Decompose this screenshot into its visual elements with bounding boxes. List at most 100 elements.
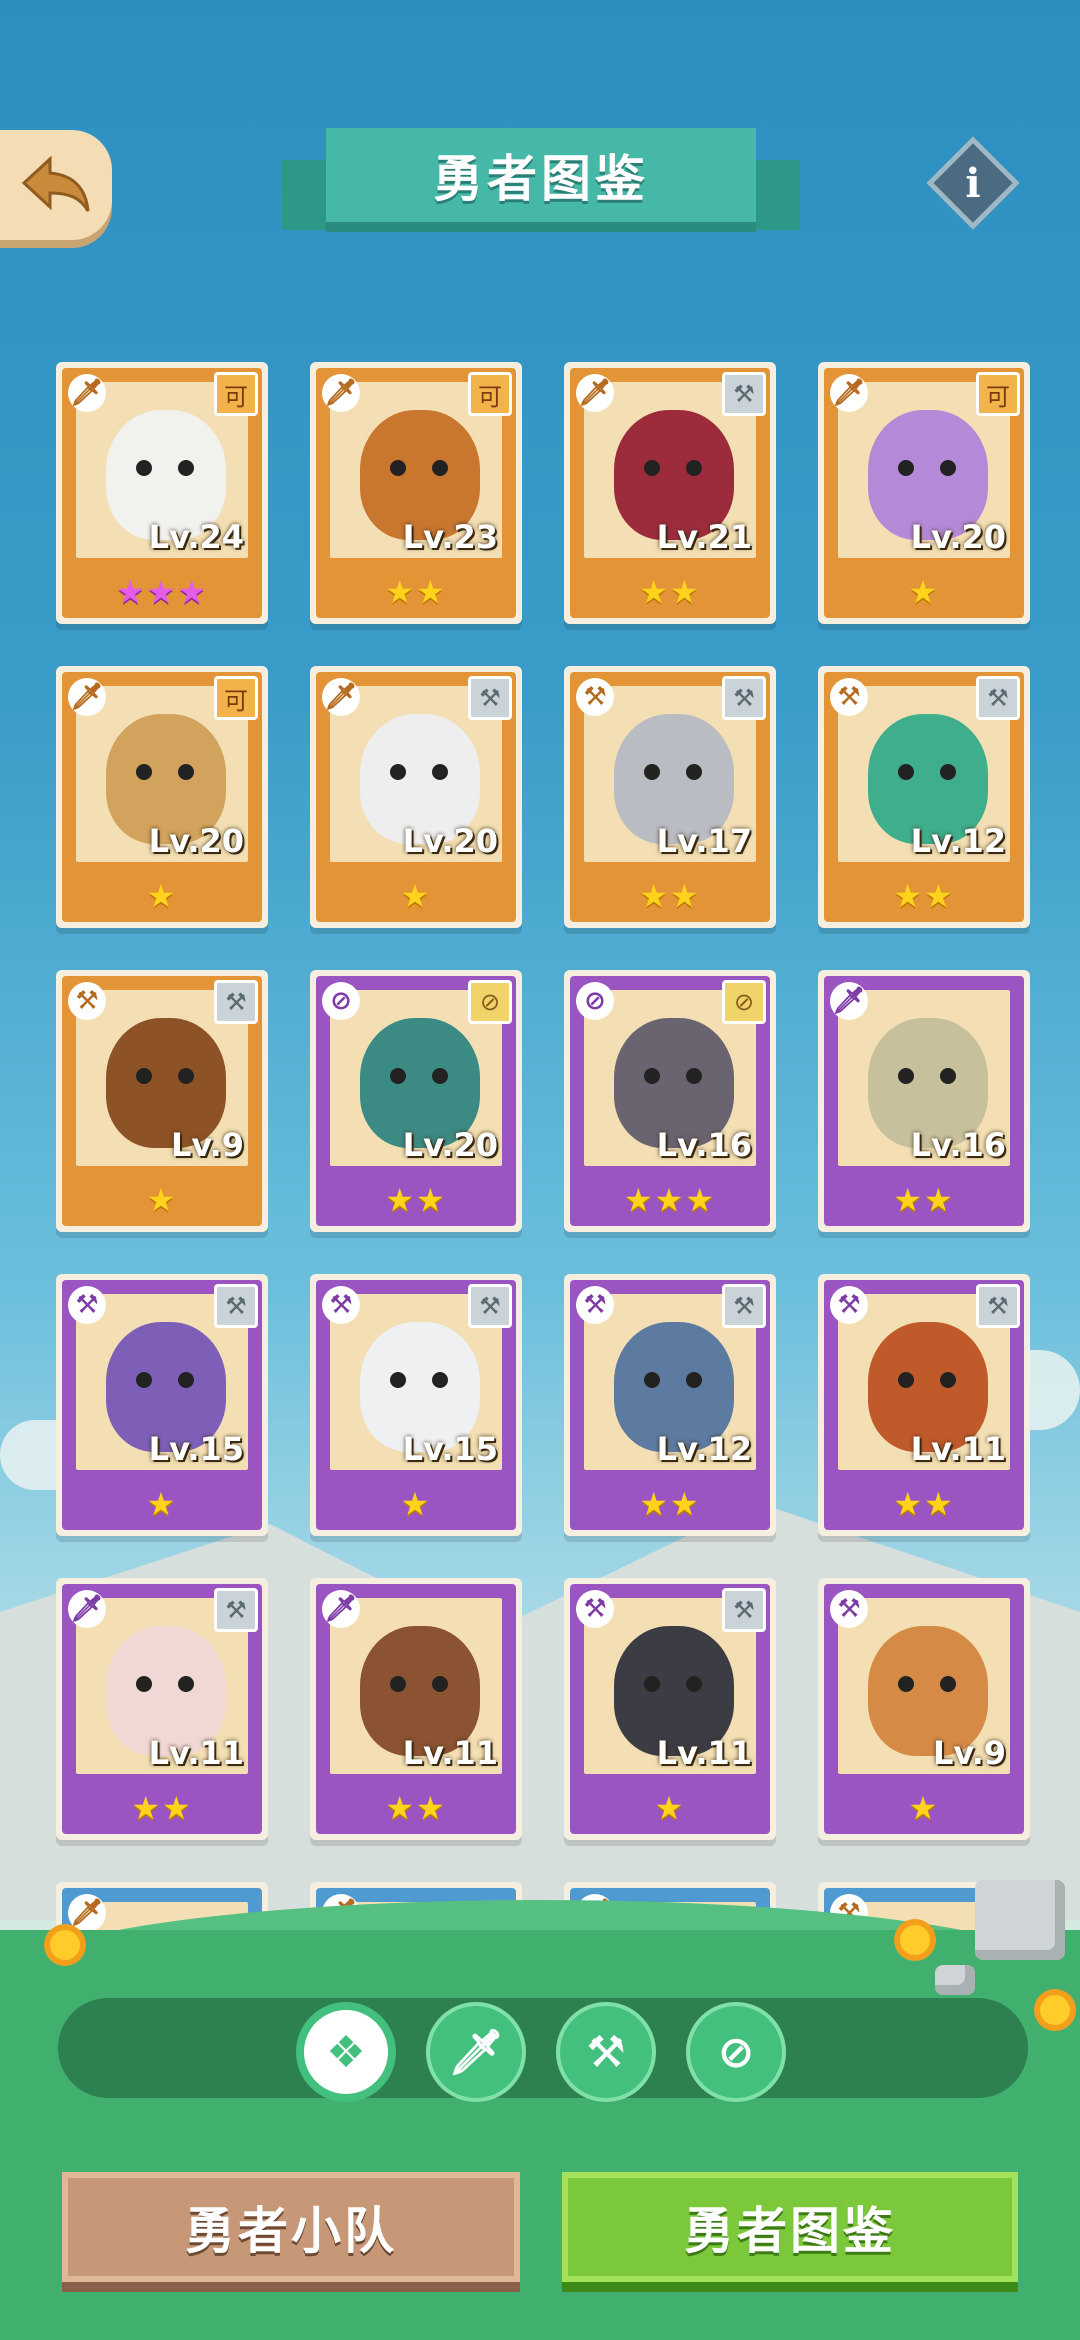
hero-card[interactable]: ⊘ ⊘ Lv.16 ★★★ bbox=[564, 970, 776, 1232]
hero-level: Lv.11 bbox=[656, 1734, 752, 1772]
hero-card-frame: 🗡 可 Lv.20 ★ bbox=[62, 672, 262, 922]
hammer-icon: ⚒ bbox=[586, 2026, 626, 2078]
compass-icon: ⊘ bbox=[576, 982, 614, 1020]
hammer-class-icon: ⚒ bbox=[830, 1286, 868, 1324]
hero-card[interactable]: ⚒ ⚒ Lv.12 ★★ bbox=[818, 666, 1030, 928]
hammer-icon: ⚒ bbox=[976, 676, 1020, 720]
hero-card[interactable]: ⚒ ⚒ Lv.12 ★★ bbox=[564, 1274, 776, 1536]
hero-card-frame: 🗡 Lv.11 ★★ bbox=[316, 1584, 516, 1834]
info-button[interactable]: i bbox=[926, 136, 1020, 230]
hero-card[interactable]: ⚒ ⚒ Lv.15 ★ bbox=[310, 1274, 522, 1536]
hero-card[interactable]: ⊘ ⊘ Lv.20 ★★ bbox=[310, 970, 522, 1232]
sword-icon: 🗡 bbox=[68, 1590, 106, 1628]
sword-icon: 🗡 bbox=[322, 1590, 360, 1628]
hammer-icon: ⚒ bbox=[722, 372, 766, 416]
tab-hero-codex-label: 勇者图鉴 bbox=[684, 2202, 896, 2260]
hero-card-frame: ⚒ ⚒ Lv.12 ★★ bbox=[570, 1280, 770, 1530]
hero-level: Lv.15 bbox=[402, 1430, 498, 1468]
hero-stars: ★★ bbox=[893, 1485, 955, 1523]
page-title-banner: 勇者图鉴 bbox=[326, 128, 756, 222]
hero-card[interactable]: ⚒ ⚒ Lv.11 ★★ bbox=[818, 1274, 1030, 1536]
hammer-class-icon: ⚒ bbox=[68, 982, 106, 1020]
hero-card-frame: 🗡 可 Lv.20 ★ bbox=[824, 368, 1024, 618]
tab-hero-team-label: 勇者小队 bbox=[185, 2202, 397, 2260]
flower bbox=[50, 1930, 80, 1960]
hero-stars: ★★ bbox=[131, 1789, 193, 1827]
hero-card[interactable]: 🗡 可 Lv.20 ★ bbox=[56, 666, 268, 928]
sword-icon: 🗡 bbox=[68, 678, 106, 716]
hero-card-frame: ⊘ ⊘ Lv.20 ★★ bbox=[316, 976, 516, 1226]
hero-card-frame: 🗡 ⚒ Lv.21 ★★ bbox=[570, 368, 770, 618]
hero-card[interactable]: ⚒ ⚒ Lv.11 ★ bbox=[564, 1578, 776, 1840]
sword-icon: 🗡 bbox=[322, 678, 360, 716]
hero-stars: ★ bbox=[654, 1789, 686, 1827]
hero-card[interactable]: 🗡 可 Lv.23 ★★ bbox=[310, 362, 522, 624]
flower bbox=[1040, 1995, 1070, 2025]
hero-card[interactable]: ⚒ ⚒ Lv.15 ★ bbox=[56, 1274, 268, 1536]
hero-card[interactable]: 🗡 可 Lv.20 ★ bbox=[818, 362, 1030, 624]
hero-card-frame: 🗡 可 Lv.23 ★★ bbox=[316, 368, 516, 618]
hero-card[interactable]: 🗡 ⚒ Lv.21 ★★ bbox=[564, 362, 776, 624]
special-weapon-icon: 可 bbox=[976, 372, 1020, 416]
rock bbox=[975, 1880, 1065, 1960]
hero-card[interactable]: ⚒ ⚒ Lv.9 ★ bbox=[56, 970, 268, 1232]
hero-stars: ★★★ bbox=[623, 1181, 717, 1219]
hammer-filter-button[interactable]: ⚒ bbox=[556, 2002, 656, 2102]
hammer-icon: ⚒ bbox=[468, 1284, 512, 1328]
hero-card[interactable]: 🗡 ⚒ Lv.11 ★★ bbox=[56, 1578, 268, 1840]
hero-level: Lv.15 bbox=[148, 1430, 244, 1468]
hero-card[interactable]: 🗡 Lv.11 ★★ bbox=[310, 1578, 522, 1840]
hammer-class-icon: ⚒ bbox=[68, 1286, 106, 1324]
info-icon: i bbox=[965, 159, 981, 207]
hero-card-frame: ⚒ ⚒ Lv.17 ★★ bbox=[570, 672, 770, 922]
hero-stars: ★★ bbox=[639, 1485, 701, 1523]
hero-grid: 🗡 可 Lv.24 ★★★ 🗡 可 Lv.23 ★★ 🗡 ⚒ Lv.21 ★★ 🗡 可 Lv.20 ★ 🗡 可 Lv… bbox=[56, 362, 1036, 1947]
hammer-class-icon: ⚒ bbox=[322, 1286, 360, 1324]
sword-icon: 🗡 bbox=[68, 374, 106, 412]
hammer-icon: ⚒ bbox=[214, 1588, 258, 1632]
hero-card[interactable]: ⚒ ⚒ Lv.17 ★★ bbox=[564, 666, 776, 928]
hero-stars: ★★ bbox=[385, 573, 447, 611]
class-filter-bar bbox=[58, 1998, 1028, 2098]
all-filter-button[interactable]: ❖ bbox=[296, 2002, 396, 2102]
tab-hero-team[interactable]: 勇者小队 bbox=[62, 2172, 520, 2282]
compass-filter-button[interactable]: ⊘ bbox=[686, 2002, 786, 2102]
sword-icon: 🗡 bbox=[68, 1894, 106, 1932]
hammer-icon: ⚒ bbox=[976, 1284, 1020, 1328]
back-button[interactable] bbox=[0, 130, 112, 240]
hero-card[interactable]: 🗡 ⚒ Lv.20 ★ bbox=[310, 666, 522, 928]
hero-card-frame: ⚒ ⚒ Lv.12 ★★ bbox=[824, 672, 1024, 922]
hammer-icon: ⚒ bbox=[468, 676, 512, 720]
rock bbox=[935, 1965, 975, 1995]
page-title: 勇者图鉴 bbox=[433, 150, 649, 208]
hero-level: Lv.12 bbox=[910, 822, 1006, 860]
compass-icon: ⊘ bbox=[717, 2026, 755, 2078]
hero-stars: ★ bbox=[146, 1485, 178, 1523]
tab-hero-codex[interactable]: 勇者图鉴 bbox=[562, 2172, 1018, 2282]
hammer-class-icon: ⚒ bbox=[576, 678, 614, 716]
hero-level: Lv.11 bbox=[148, 1734, 244, 1772]
hero-level: Lv.20 bbox=[402, 822, 498, 860]
hero-card-frame: ⚒ ⚒ Lv.11 ★ bbox=[570, 1584, 770, 1834]
hammer-class-icon: ⚒ bbox=[576, 1590, 614, 1628]
hero-card[interactable]: 🗡 可 Lv.24 ★★★ bbox=[56, 362, 268, 624]
hero-level: Lv.11 bbox=[910, 1430, 1006, 1468]
hero-level: Lv.20 bbox=[910, 518, 1006, 556]
hammer-icon: ⚒ bbox=[722, 1284, 766, 1328]
hero-level: Lv.24 bbox=[148, 518, 244, 556]
sword-filter-button[interactable]: 🗡 bbox=[426, 2002, 526, 2102]
hero-card-frame: 🗡 ⚒ Lv.20 ★ bbox=[316, 672, 516, 922]
back-arrow-icon bbox=[21, 155, 90, 212]
hero-stars: ★ bbox=[146, 1181, 178, 1219]
sword-icon: 🗡 bbox=[830, 982, 868, 1020]
hero-card[interactable]: 🗡 Lv.16 ★★ bbox=[818, 970, 1030, 1232]
hero-card[interactable]: ⚒ Lv.9 ★ bbox=[818, 1578, 1030, 1840]
hero-card-frame: 🗡 ⚒ Lv.11 ★★ bbox=[62, 1584, 262, 1834]
hero-level: Lv.16 bbox=[656, 1126, 752, 1164]
hero-stars: ★★ bbox=[893, 877, 955, 915]
hero-level: Lv.9 bbox=[170, 1126, 244, 1164]
sword-icon: 🗡 bbox=[576, 374, 614, 412]
special-weapon-icon: 可 bbox=[468, 372, 512, 416]
hero-card-frame: ⚒ ⚒ Lv.15 ★ bbox=[316, 1280, 516, 1530]
hero-card-frame: ⚒ ⚒ Lv.11 ★★ bbox=[824, 1280, 1024, 1530]
